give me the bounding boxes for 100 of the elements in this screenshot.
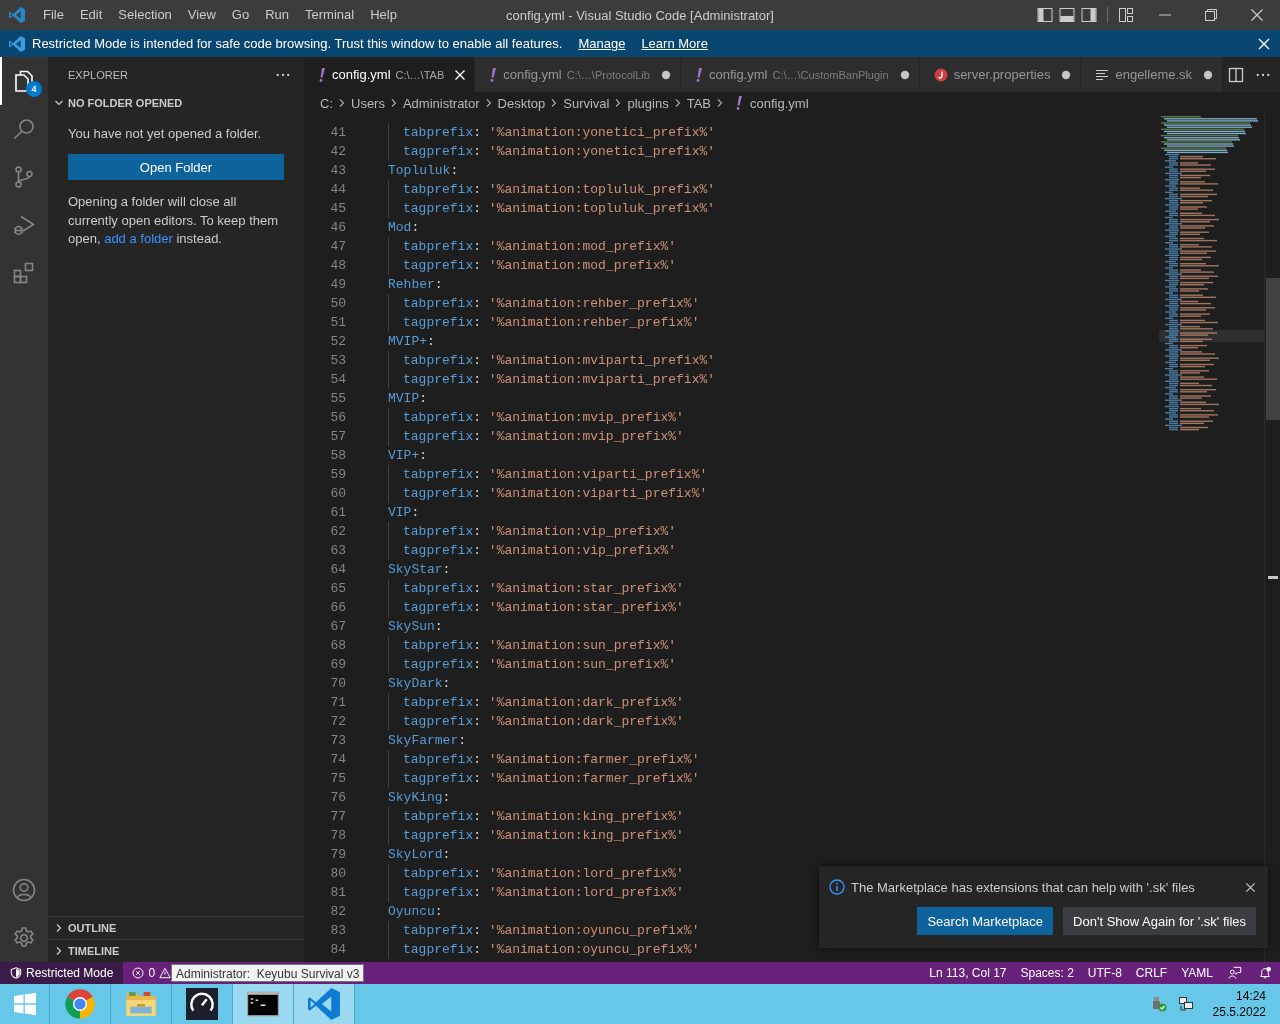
panel-header[interactable]: OUTLINE [48,916,304,939]
code-line: tagprefix: '%animation:topluluk_prefix%' [403,200,716,218]
split-editor-icon[interactable] [1228,66,1244,83]
add-folder-link[interactable]: add a folder [104,231,173,246]
clock-date[interactable]: 25.5.2022 [1212,1004,1266,1020]
banner-link[interactable]: Learn More [641,36,708,51]
line-number: 81 [329,884,346,902]
line-number: 43 [329,162,346,180]
line-number: 73 [329,732,346,750]
status-item[interactable]: YAML [1174,962,1220,984]
code-line: tabprefix: '%animation:farmer_prefix%' [403,751,700,769]
menu-item[interactable]: View [179,0,224,30]
menu-item[interactable]: Terminal [297,0,363,30]
cursor-mark-icon [1268,576,1278,579]
line-number: 46 [329,219,346,237]
status-item[interactable]: Spaces: 2 [1013,962,1081,984]
code-line: tagprefix: '%animation:oyuncu_prefix%' [403,941,700,959]
line-number: 83 [329,922,346,940]
taskbar-button[interactable] [233,984,294,1024]
extensions-icon [12,261,36,285]
error-icon [132,967,145,979]
code-line: tabprefix: '%animation:dark_prefix%' [403,694,684,712]
banner-link[interactable]: Manage [578,36,626,51]
open-folder-button[interactable]: Open Folder [68,154,284,180]
line-number: 74 [329,751,346,769]
sidebar-toggle-icon[interactable] [1037,7,1053,23]
line-number: 71 [329,694,346,712]
line-number: 82 [329,903,346,921]
editor-logo-icon [9,35,25,52]
code-line: tagprefix: '%animation:viparti_prefix%' [403,485,708,503]
drive-check-icon[interactable] [1150,996,1167,1012]
line-number: 50 [329,295,346,313]
exclamation-icon [489,66,498,83]
menu-item[interactable]: File [35,0,72,30]
clock-time[interactable]: 14:24 [1235,988,1266,1004]
layout-icon[interactable] [1118,7,1134,23]
code-line: tabprefix: '%animation:mod_prefix%' [403,238,677,256]
menu-item[interactable]: Go [223,0,258,30]
line-number: 70 [329,675,346,693]
line-number: 49 [329,276,346,294]
badge-count: 4 [26,81,42,97]
code-line: tabprefix: '%animation:sun_prefix%' [403,637,677,655]
warning-icon [159,967,172,979]
editor-tab[interactable]: server.properties [919,57,1082,92]
code-line: tabprefix: '%animation:viparti_prefix%' [403,466,708,484]
menu-item[interactable]: Run [257,0,297,30]
line-number: 60 [329,485,346,503]
breadcrumb-item[interactable]: Users [351,95,385,111]
editor-tab[interactable]: config.yml C:\…\CustomBanPlugin [680,57,920,92]
tooltip: Administrator: Keyubu Survival v3 [171,964,365,982]
more-icon[interactable] [276,72,290,77]
editor-tab[interactable]: engelleme.sk [1081,57,1224,92]
breadcrumb-item[interactable]: Survival [563,95,610,111]
line-number: 45 [329,200,346,218]
panel-toggle-icon[interactable] [1059,7,1075,23]
code-line: tabprefix: '%animation:rehber_prefix%' [403,295,700,313]
breadcrumb-item[interactable]: TAB [686,95,711,111]
status-item[interactable]: CRLF [1128,962,1175,984]
code-line: tagprefix: '%animation:farmer_prefix%' [403,770,700,788]
close-icon[interactable] [1251,9,1263,21]
editor-tab[interactable]: config.yml C:\…\ProtocolLib [475,57,681,92]
line-number: 41 [329,124,346,142]
file-type-icon [933,67,948,82]
more-icon[interactable] [1256,72,1270,77]
editor-tab[interactable]: config.yml C:\…\TAB [304,57,476,92]
search-marketplace-button[interactable]: Search Marketplace [917,907,1054,935]
help-paragraph: Opening a folder will close all currently open editors. To keep them open, add a folder instead. [68,193,280,248]
menu-item[interactable]: Selection [110,0,180,30]
lines-icon [1095,67,1110,82]
code-line: SkySun: [388,618,443,636]
menu-item[interactable]: Help [362,0,405,30]
network-icon[interactable] [1177,996,1194,1012]
chevron-right-icon [337,98,347,108]
sidebar-title: EXPLORER [68,68,128,81]
secondary-sidebar-toggle-icon[interactable] [1081,7,1097,23]
restore-icon[interactable] [1205,9,1217,21]
line-number: 62 [329,523,346,541]
feedback-icon[interactable] [1228,966,1242,980]
line-number: 77 [329,808,346,826]
breadcrumb-item[interactable]: config.yml [750,95,809,111]
close-icon[interactable] [1245,881,1256,893]
breadcrumb-item[interactable]: plugins [627,95,669,111]
code-line: tabprefix: '%animation:yonetici_prefix%' [403,124,716,142]
settings-icon [12,926,36,950]
scrollbar-thumb[interactable] [1266,278,1280,420]
status-item[interactable]: UTF-8 [1080,962,1129,984]
status-item[interactable]: Ln 113, Col 17 [922,962,1014,984]
menu-item[interactable]: Edit [71,0,111,30]
section-header[interactable]: NO FOLDER OPENED [48,92,304,114]
line-number: 79 [329,846,346,864]
account-icon [12,878,36,902]
breadcrumb-item[interactable]: C: [320,95,333,111]
chevron-right-icon [715,98,725,108]
restricted-mode-button[interactable]: Restricted Mode [0,962,124,984]
breadcrumb-item[interactable]: Desktop [497,95,546,111]
breadcrumb-item[interactable]: Administrator [402,95,480,111]
code-line: SkyKing: [388,789,451,807]
line-number: 47 [329,238,346,256]
bell-icon[interactable] [1258,966,1272,980]
dismiss-button[interactable]: Don't Show Again for '.sk' files [1063,907,1256,935]
